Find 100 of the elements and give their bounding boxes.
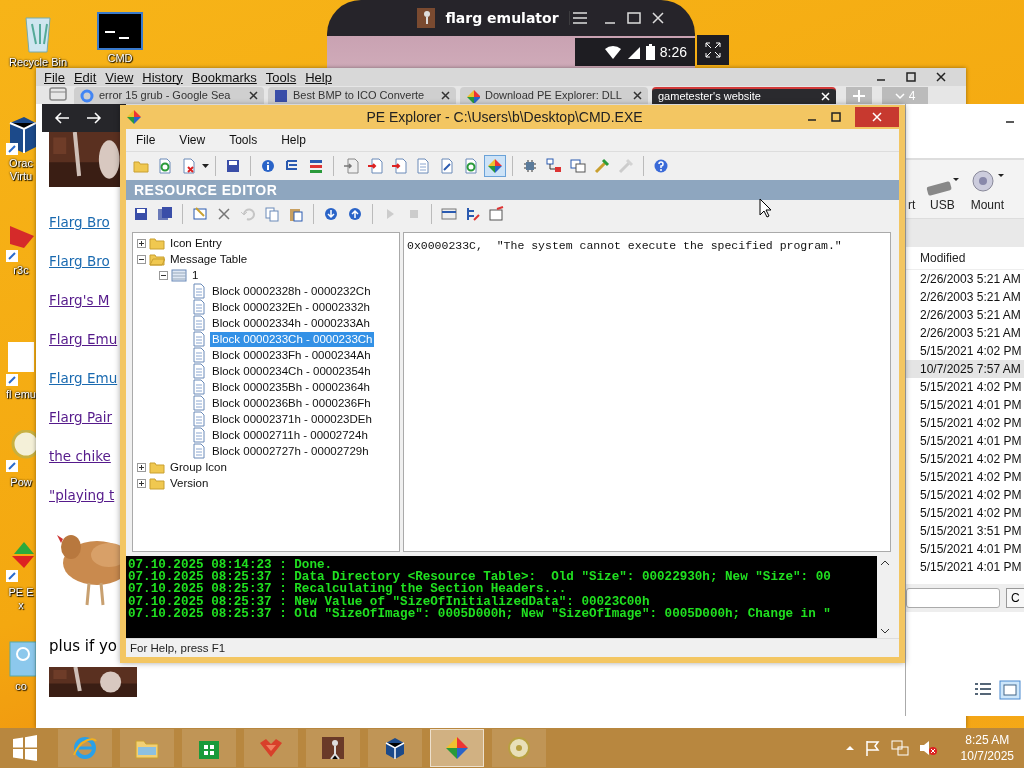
menu-item[interactable]: Help [305, 69, 332, 85]
windows-icon [570, 158, 586, 174]
details-view-icon[interactable] [973, 680, 993, 698]
menu-item[interactable]: Tools [229, 133, 258, 147]
modified-cell[interactable]: 5/15/2021 4:02 PM [906, 504, 1024, 522]
expand-toggle[interactable] [137, 254, 146, 264]
page-link[interactable]: Flarg's M [49, 291, 110, 309]
modified-cell[interactable]: 10/7/2025 7:57 AM [906, 360, 1024, 378]
taskbar-button[interactable] [306, 729, 360, 767]
back-arrow-icon[interactable] [54, 111, 70, 125]
close-icon[interactable] [441, 91, 450, 100]
forward-arrow-icon[interactable] [86, 111, 102, 125]
page-link[interactable]: the chike [49, 447, 111, 465]
tree-item[interactable]: Block 0000235Bh - 00002364h [210, 379, 372, 395]
browser-tab[interactable]: error 15 grub - Google Sea [74, 87, 264, 104]
expand-toggle[interactable] [159, 270, 168, 280]
menu-item[interactable]: Edit [73, 69, 97, 85]
wand-icon [618, 158, 634, 174]
modified-cell[interactable]: 5/15/2021 3:51 PM [906, 522, 1024, 540]
tree-item[interactable]: Block 00002371h - 000023DEh [210, 411, 374, 427]
modified-cell[interactable]: 5/15/2021 4:02 PM [906, 378, 1024, 396]
menu-item[interactable]: View [179, 133, 206, 147]
page-link[interactable]: Flarg Emu [49, 330, 118, 348]
modified-cell[interactable]: 2/26/2003 5:21 AM [906, 306, 1024, 324]
tree-item[interactable]: 1 [190, 267, 201, 283]
tree-item[interactable]: Block 0000236Bh - 0000236Fh [210, 395, 373, 411]
scroll-down-icon[interactable] [880, 628, 890, 634]
close-icon[interactable] [936, 72, 946, 82]
modified-cell[interactable]: 5/15/2021 4:02 PM [906, 342, 1024, 360]
close-icon[interactable] [633, 91, 642, 100]
modified-cell[interactable]: 5/15/2021 4:01 PM [906, 540, 1024, 558]
modified-cell[interactable]: 2/26/2003 5:21 AM [906, 270, 1024, 288]
table-icon [171, 267, 187, 283]
modified-cell[interactable]: 5/15/2021 4:02 PM [906, 486, 1024, 504]
menu-item[interactable]: Bookmarks [191, 69, 257, 85]
menu-item[interactable]: File [136, 133, 156, 147]
wand-icon [594, 158, 610, 174]
menu-item[interactable]: View [105, 69, 134, 85]
column-header[interactable]: Modified [906, 247, 1024, 270]
browser-tab[interactable]: Download PE Explorer: DLL [460, 87, 648, 104]
browser-tab[interactable]: gametester's website [652, 87, 836, 104]
chevron-up-icon[interactable] [844, 744, 855, 752]
tree-item[interactable]: Block 00002328h - 0000232Ch [210, 283, 373, 299]
expand-toggle[interactable] [137, 462, 146, 472]
modified-cell[interactable]: 2/26/2003 5:21 AM [906, 288, 1024, 306]
search-field[interactable] [906, 588, 1000, 608]
muted-speaker-icon[interactable] [918, 740, 937, 756]
tree-item[interactable]: Icon Entry [168, 235, 224, 251]
tree-item[interactable]: Block 00002711h - 00002724h [210, 427, 370, 443]
network-icon[interactable] [890, 740, 909, 756]
modified-cell[interactable]: 2/26/2003 5:21 AM [906, 324, 1024, 342]
close-icon[interactable] [249, 91, 258, 100]
maximize-icon[interactable] [906, 72, 916, 82]
fullscreen-button[interactable] [697, 35, 729, 65]
close-button[interactable] [855, 107, 899, 127]
modified-cell[interactable]: 5/15/2021 4:01 PM [906, 558, 1024, 576]
modified-cell[interactable]: 5/15/2021 4:02 PM [906, 414, 1024, 432]
page-link[interactable]: Flarg Emu [49, 369, 118, 387]
preview-view-icon[interactable] [999, 680, 1021, 700]
usb-drive-icon [925, 176, 960, 196]
tree-item[interactable]: Group Icon [168, 459, 229, 475]
page-link[interactable]: Flarg Bro [49, 213, 110, 231]
document-icon [191, 443, 207, 459]
dialog-button[interactable]: C [1006, 588, 1024, 608]
menu-item[interactable]: File [44, 69, 65, 85]
maximize-icon[interactable] [831, 112, 841, 122]
flag-icon[interactable] [864, 740, 881, 756]
page-link[interactable]: "playing t [49, 486, 115, 504]
browser-tab[interactable]: Best BMP to ICO Converte [268, 87, 456, 104]
taskbar-button[interactable] [182, 729, 236, 767]
tree-item[interactable]: Block 0000234Ch - 00002354h [210, 363, 373, 379]
ribbon-button[interactable]: Mount [969, 170, 1006, 212]
scroll-up-icon[interactable] [880, 560, 890, 566]
save-icon [133, 206, 149, 222]
tree-item[interactable]: Block 00002727h - 00002729h [210, 443, 371, 459]
tree-item[interactable]: Message Table [168, 251, 250, 267]
tab-list-icon[interactable] [46, 84, 70, 104]
tree-item[interactable]: Block 0000232Eh - 00002332h [210, 299, 372, 315]
modified-cell[interactable]: 5/15/2021 4:02 PM [906, 450, 1024, 468]
browser-e-icon [72, 735, 98, 761]
ribbon-button[interactable]: rt [908, 198, 916, 212]
modified-cell[interactable]: 5/15/2021 4:01 PM [906, 432, 1024, 450]
menu-item[interactable]: Help [281, 133, 306, 147]
tree-item[interactable]: Block 00002334h - 0000233Ah [210, 315, 372, 331]
ribbon-button[interactable]: USB [925, 176, 960, 212]
menu-item[interactable]: Tools [265, 69, 297, 85]
modified-cell[interactable]: 5/15/2021 4:02 PM [906, 468, 1024, 486]
expand-toggle[interactable] [137, 478, 146, 488]
taskbar-button[interactable] [368, 729, 422, 767]
modified-cell[interactable]: 5/15/2021 4:01 PM [906, 396, 1024, 414]
chevron-icon [894, 91, 905, 100]
tree-item[interactable]: Block 0000233Fh - 0000234Ah [210, 347, 373, 363]
expand-toggle[interactable] [137, 238, 146, 248]
page-link[interactable]: Flarg Pair [49, 408, 113, 426]
colored-diamond-button[interactable] [484, 155, 506, 177]
tree-item[interactable]: Version [168, 475, 211, 491]
taskbar-button[interactable] [430, 729, 484, 767]
menu-item[interactable]: History [142, 69, 183, 85]
page-link[interactable]: Flarg Bro [49, 252, 110, 270]
dropdown-caret-icon [202, 164, 209, 168]
